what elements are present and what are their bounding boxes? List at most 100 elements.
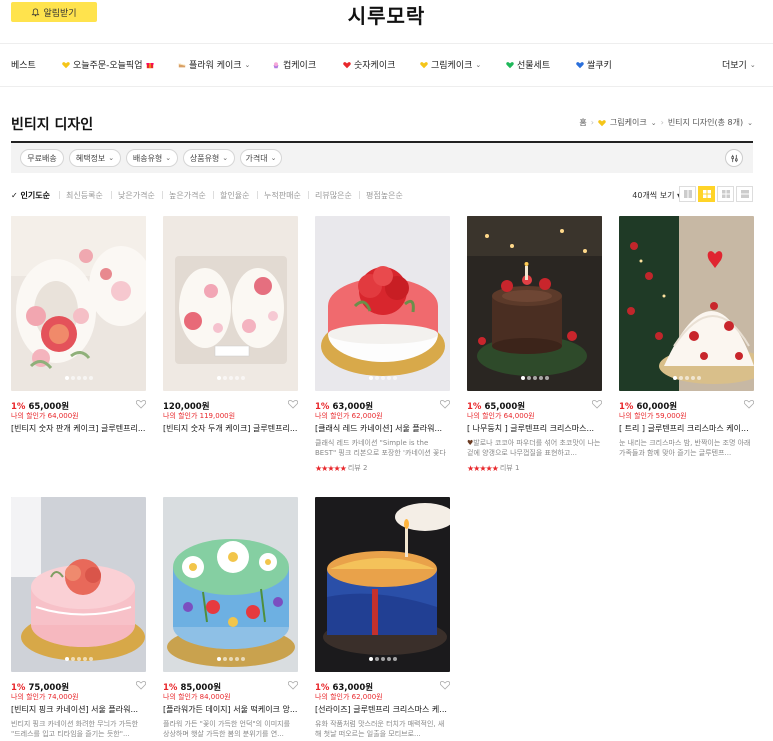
heart-outline-icon[interactable] bbox=[592, 399, 602, 409]
nav-item-rice-cookie[interactable]: 쌀쿠키 bbox=[576, 58, 612, 71]
nav-item-gift-set[interactable]: 선물세트 bbox=[506, 58, 550, 71]
product-image[interactable] bbox=[163, 216, 298, 391]
per-page-select[interactable]: 40개씩 보기 ▾ bbox=[632, 190, 681, 201]
sort-popular[interactable]: ✓ 인기도순 bbox=[11, 190, 50, 201]
my-discount-price: 나의 할인가 119,000원 bbox=[163, 412, 236, 420]
product-name[interactable]: [빈티지 숫자 두개 케이크] 글루텐프리... bbox=[163, 423, 298, 434]
carousel-dots bbox=[11, 376, 146, 380]
chevron-down-icon: ⌄ bbox=[475, 60, 482, 69]
star-rating-icon: ★★★★★ bbox=[467, 463, 499, 473]
filter-chip-shipping-type[interactable]: 배송유형 ⌄ bbox=[126, 149, 178, 167]
filter-chip-benefits[interactable]: 혜택정보 ⌄ bbox=[69, 149, 121, 167]
product-name[interactable]: [클래식 레드 카네이션] 서울 플라워... bbox=[315, 423, 450, 434]
filter-chip-label: 혜택정보 bbox=[75, 153, 106, 163]
nav-item-number-cake[interactable]: 숫자케이크 bbox=[343, 58, 395, 71]
my-discount-price: 나의 할인가 62,000원 bbox=[315, 412, 383, 420]
breadcrumb-category[interactable]: 그림케이크 bbox=[610, 117, 647, 128]
chevron-down-icon: ⌄ bbox=[244, 60, 251, 69]
chevron-down-icon[interactable]: ⌄ bbox=[651, 119, 657, 127]
view-list-button[interactable] bbox=[736, 186, 753, 202]
product-photo-christmas-tree-cake bbox=[619, 216, 754, 391]
sort-divider bbox=[308, 191, 309, 199]
cupcake-icon bbox=[273, 61, 279, 68]
view-grid-4-button[interactable] bbox=[717, 186, 734, 202]
top-bar: 알림받기 시루모락 bbox=[0, 0, 773, 44]
my-discount-price: 나의 할인가 64,000원 bbox=[11, 412, 79, 420]
breadcrumb-current[interactable]: 빈티지 디자인(총 8개) bbox=[668, 117, 743, 128]
red-heart-icon bbox=[343, 61, 351, 68]
sort-divider bbox=[111, 191, 112, 199]
sort-discount[interactable]: 할인율순 bbox=[220, 190, 249, 201]
product-name[interactable]: [ 나무둥치 ] 글루텐프리 크리스마스... bbox=[467, 423, 602, 434]
product-image[interactable] bbox=[11, 497, 146, 672]
product-name[interactable]: [플라워가든 데이지] 서울 떡케이크 앙... bbox=[163, 704, 298, 715]
product-photo-flower-garden-daisy-cake bbox=[163, 497, 298, 672]
nav-item-label: 숫자케이크 bbox=[354, 61, 396, 71]
breadcrumb-separator: › bbox=[590, 118, 594, 127]
filter-chip-label: 무료배송 bbox=[27, 153, 57, 163]
product-image[interactable] bbox=[11, 216, 146, 391]
product-description: 유화 작품처럼 맛스러운 터치가 매력적인, 새해 첫날 떠오르는 일출을 모티… bbox=[315, 720, 445, 738]
filter-settings-button[interactable] bbox=[725, 149, 743, 167]
product-name[interactable]: [선라이즈] 글루텐프리 크리스마스 케... bbox=[315, 704, 450, 715]
product-photo-sunrise-cake bbox=[315, 497, 450, 672]
chevron-down-icon: ⌄ bbox=[270, 154, 277, 162]
heart-outline-icon[interactable] bbox=[440, 680, 450, 690]
carousel-dots bbox=[11, 657, 146, 661]
product-image[interactable] bbox=[163, 497, 298, 672]
product-image[interactable] bbox=[315, 497, 450, 672]
heart-outline-icon[interactable] bbox=[136, 399, 146, 409]
site-title[interactable]: 시루모락 bbox=[0, 0, 773, 29]
heart-outline-icon[interactable] bbox=[440, 399, 450, 409]
product-image[interactable] bbox=[619, 216, 754, 391]
per-page-label: 40개씩 보기 bbox=[632, 191, 675, 200]
chevron-down-icon[interactable]: ⌄ bbox=[747, 119, 753, 127]
nav-more-button[interactable]: 더보기 ⌄ bbox=[722, 58, 756, 72]
sort-high-price[interactable]: 높은가격순 bbox=[169, 190, 206, 201]
sort-sales[interactable]: 누적판매순 bbox=[264, 190, 301, 201]
nav-item-drawing-cake[interactable]: 그림케이크 ⌄ bbox=[420, 58, 481, 71]
nav-item-label: 쌀쿠키 bbox=[587, 61, 612, 71]
product-photo-vintage-two-number-cake bbox=[163, 216, 298, 391]
heart-outline-icon[interactable] bbox=[136, 680, 146, 690]
heart-outline-icon[interactable] bbox=[288, 680, 298, 690]
breadcrumb-separator: › bbox=[660, 118, 664, 127]
sort-newest[interactable]: 최신등록순 bbox=[66, 190, 103, 201]
green-heart-icon bbox=[506, 61, 514, 68]
product-image[interactable] bbox=[467, 216, 602, 391]
product-image[interactable] bbox=[315, 216, 450, 391]
product-rating: ★★★★★ 리뷰 1 bbox=[467, 463, 519, 473]
product-name[interactable]: [ 트리 ] 글루텐프리 크리스마스 케이... bbox=[619, 423, 754, 434]
grid-5-icon bbox=[702, 190, 711, 198]
nav-item-best[interactable]: 베스트 bbox=[11, 58, 36, 71]
product-name[interactable]: [빈티지 핑크 카네이션] 서울 플라워... bbox=[11, 704, 146, 715]
nav-item-label: 선물세트 bbox=[517, 61, 551, 71]
product-name[interactable]: [빈티지 숫자 판개 케이크] 글루텐프리... bbox=[11, 423, 146, 434]
filter-chip-free-shipping[interactable]: 무료배송 bbox=[20, 149, 64, 167]
view-grid-2-button[interactable] bbox=[679, 186, 696, 202]
view-grid-5-button[interactable] bbox=[698, 186, 715, 202]
nav-item-flower-cake[interactable]: 플라워 케이크 ⌄ bbox=[178, 58, 250, 71]
product-photo-vintage-pink-carnation-cake bbox=[11, 497, 146, 672]
product-photo-tree-stump-cake bbox=[467, 216, 602, 391]
sort-reviews[interactable]: 리뷰많은순 bbox=[315, 190, 352, 201]
sort-low-price[interactable]: 낮은가격순 bbox=[118, 190, 155, 201]
filter-chip-price-range[interactable]: 가격대 ⌄ bbox=[240, 149, 282, 167]
heart-outline-icon[interactable] bbox=[744, 399, 754, 409]
sort-label: 인기도순 bbox=[20, 191, 50, 200]
chevron-down-icon: ⌄ bbox=[222, 154, 229, 162]
nav-item-cupcake[interactable]: 컵케이크 bbox=[272, 58, 316, 71]
nav-item-label: 그림케이크 bbox=[431, 61, 473, 71]
sort-rating[interactable]: 평점높은순 bbox=[366, 190, 403, 201]
nav-item-today-pickup[interactable]: 오늘주문-오늘픽업 bbox=[62, 58, 154, 71]
filter-chip-label: 가격대 bbox=[245, 153, 268, 163]
product-description: 빈티지 핑크 카네이션 화려한 무늬가 가득한 "드레스를 입고 티타임을 즐기… bbox=[11, 720, 139, 738]
nav-item-label: 플라워 케이크 bbox=[189, 61, 242, 71]
carousel-dots bbox=[315, 376, 450, 380]
breadcrumb-home[interactable]: 홈 bbox=[579, 117, 586, 128]
filter-chip-product-type[interactable]: 상품유형 ⌄ bbox=[183, 149, 235, 167]
heart-outline-icon[interactable] bbox=[288, 399, 298, 409]
sort-divider bbox=[257, 191, 258, 199]
nav-item-label: 컵케이크 bbox=[283, 61, 317, 71]
carousel-dots bbox=[163, 376, 298, 380]
